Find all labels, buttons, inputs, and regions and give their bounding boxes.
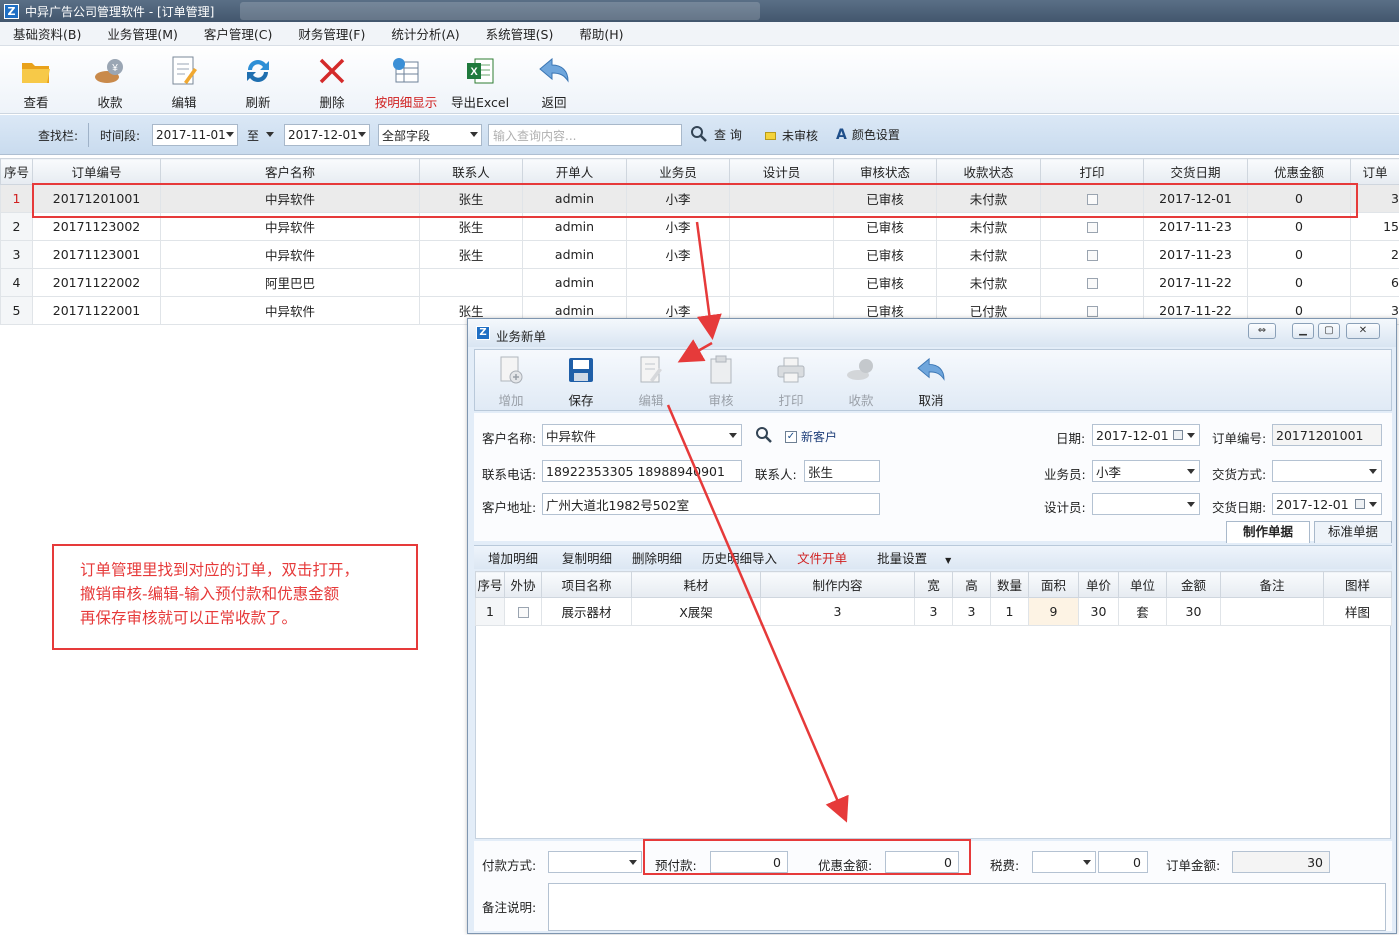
arrow-to-payment	[666, 404, 849, 823]
annotation-arrows	[666, 221, 849, 823]
arrow-to-dialog	[695, 221, 722, 340]
arrow-to-edit	[677, 339, 713, 363]
